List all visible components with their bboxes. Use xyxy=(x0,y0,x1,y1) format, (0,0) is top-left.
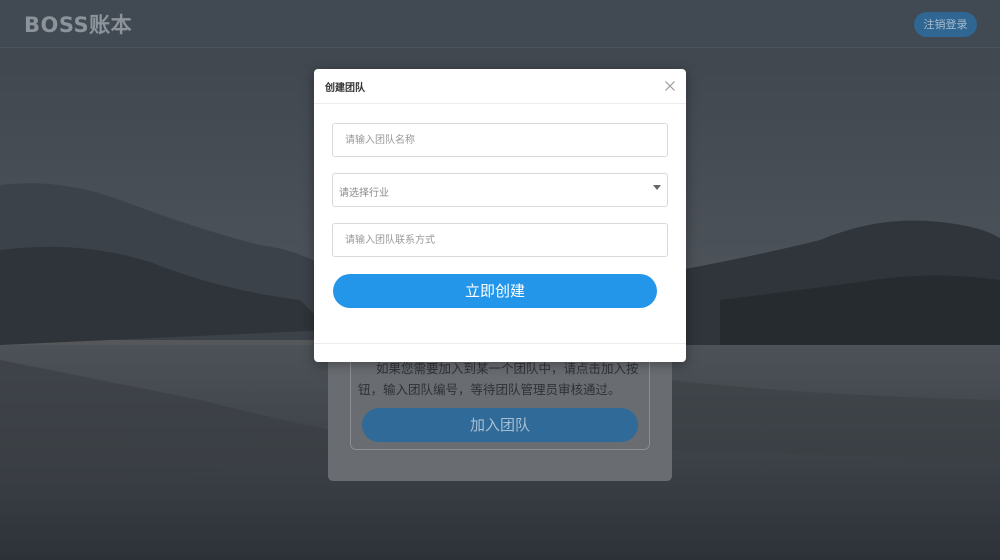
create-team-modal: 创建团队 请选择行业 立即创建 xyxy=(314,69,686,362)
modal-footer-divider xyxy=(314,343,686,344)
team-name-input[interactable] xyxy=(332,123,668,157)
close-icon[interactable] xyxy=(662,78,678,94)
create-team-button[interactable]: 立即创建 xyxy=(333,274,657,308)
team-contact-input[interactable] xyxy=(332,223,668,257)
modal-title: 创建团队 xyxy=(325,83,365,94)
modal-header: 创建团队 xyxy=(314,69,686,104)
app-logo[interactable]: BOSS账本 xyxy=(24,9,132,39)
logout-button[interactable]: 注销登录 xyxy=(914,12,977,37)
join-team-description: 如果您需要加入到某一个团队中，请点击加入按钮，输入团队编号，等待团队管理员审核通… xyxy=(358,361,639,397)
industry-select-placeholder: 请选择行业 xyxy=(339,188,389,199)
top-navbar: BOSS账本 注销登录 xyxy=(0,0,1000,48)
caret-down-icon xyxy=(653,185,661,190)
industry-select[interactable]: 请选择行业 xyxy=(332,173,668,207)
join-team-button[interactable]: 加入团队 xyxy=(362,408,638,442)
